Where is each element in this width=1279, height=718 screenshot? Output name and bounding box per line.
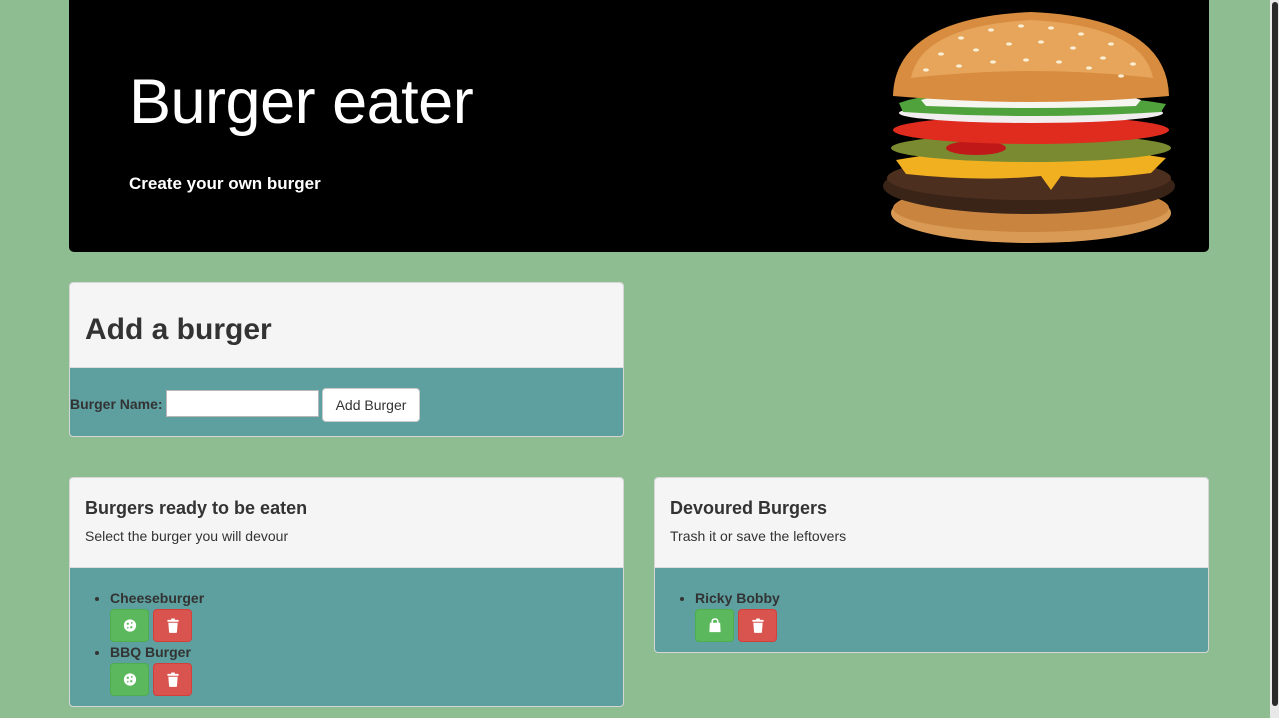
scrollbar-thumb[interactable] bbox=[1272, 2, 1278, 706]
devoured-burgers-heading: Devoured Burgers bbox=[670, 498, 828, 518]
trash-icon bbox=[166, 672, 179, 687]
ready-burgers-list: Cheeseburger bbox=[70, 568, 623, 696]
burger-name-label: Burger Name: bbox=[70, 396, 163, 412]
devour-button[interactable] bbox=[110, 663, 149, 696]
burger-name: Cheeseburger bbox=[110, 590, 205, 606]
save-leftovers-button[interactable] bbox=[695, 609, 734, 642]
ready-burgers-panel: Burgers ready to be eaten Select the bur… bbox=[69, 477, 624, 707]
list-item: BBQ Burger bbox=[110, 644, 623, 696]
burger-name-input[interactable] bbox=[166, 390, 319, 417]
burger-image bbox=[883, 12, 1175, 243]
delete-button[interactable] bbox=[738, 609, 777, 642]
devoured-burgers-subheading: Trash it or save the leftovers bbox=[670, 528, 847, 544]
devoured-burgers-panel-heading: Devoured Burgers Trash it or save the le… bbox=[655, 478, 1208, 568]
cookie-icon bbox=[123, 673, 136, 686]
shopping-bag-icon bbox=[708, 618, 721, 633]
list-item: Ricky Bobby bbox=[695, 590, 1208, 642]
add-burger-panel: Add a burger Burger Name: Add Burger bbox=[69, 282, 624, 437]
add-burger-button[interactable]: Add Burger bbox=[322, 388, 420, 422]
trash-icon bbox=[166, 618, 179, 633]
cookie-icon bbox=[123, 619, 136, 632]
add-burger-panel-heading: Add a burger bbox=[70, 283, 623, 368]
ready-burgers-subheading: Select the burger you will devour bbox=[85, 528, 289, 544]
hero-banner: Burger eater Create your own burger bbox=[69, 0, 1209, 252]
ready-burgers-panel-heading: Burgers ready to be eaten Select the bur… bbox=[70, 478, 623, 568]
add-burger-form: Burger Name: Add Burger bbox=[70, 368, 623, 436]
ready-burgers-heading: Burgers ready to be eaten bbox=[85, 498, 308, 518]
delete-button[interactable] bbox=[153, 609, 192, 642]
burger-name: Ricky Bobby bbox=[695, 590, 780, 606]
devoured-burgers-panel: Devoured Burgers Trash it or save the le… bbox=[654, 477, 1209, 653]
devoured-burgers-list: Ricky Bobby bbox=[655, 568, 1208, 642]
list-item: Cheeseburger bbox=[110, 590, 623, 642]
delete-button[interactable] bbox=[153, 663, 192, 696]
devour-button[interactable] bbox=[110, 609, 149, 642]
trash-icon bbox=[751, 618, 764, 633]
add-burger-heading: Add a burger bbox=[85, 313, 272, 346]
page-title: Burger eater bbox=[129, 67, 474, 137]
page-scrollbar[interactable] bbox=[1270, 0, 1279, 718]
burger-name: BBQ Burger bbox=[110, 644, 191, 660]
page-subtitle: Create your own burger bbox=[129, 174, 321, 193]
